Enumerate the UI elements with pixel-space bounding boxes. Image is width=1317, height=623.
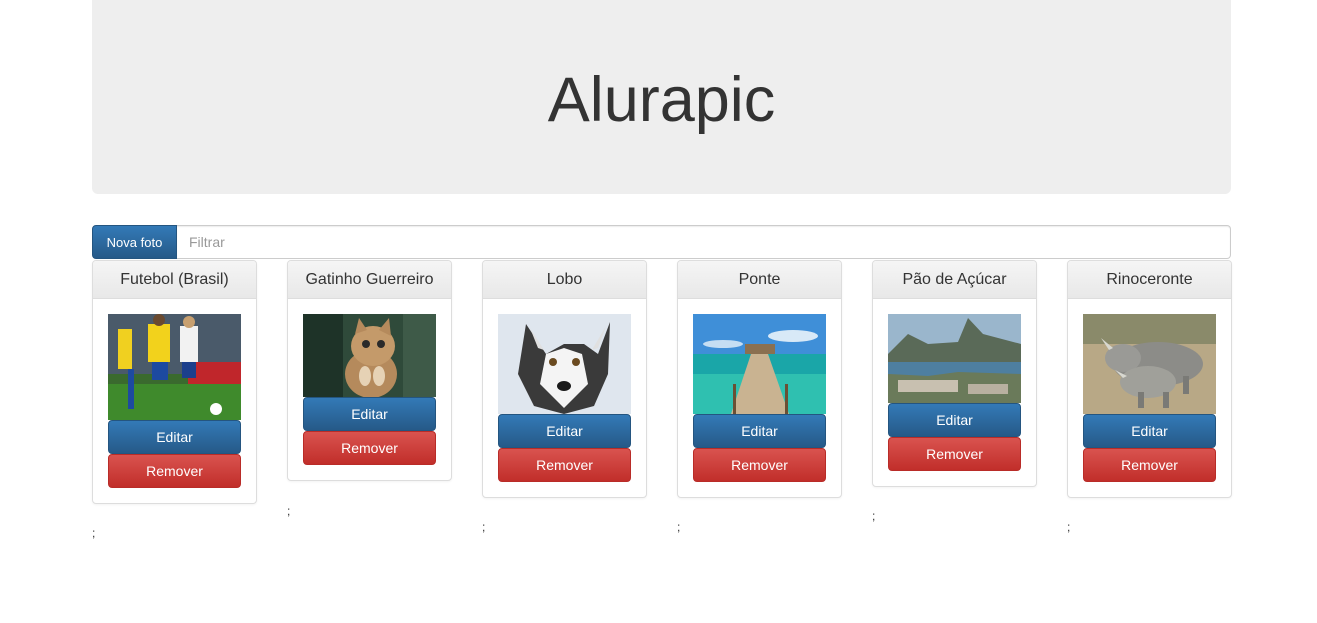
photo-card-futebol: Futebol (Brasil) Editar Remover <box>92 260 257 504</box>
edit-button[interactable]: Editar <box>693 414 826 448</box>
filter-input[interactable] <box>177 225 1231 259</box>
edit-button[interactable]: Editar <box>1083 414 1216 448</box>
remove-button[interactable]: Remover <box>108 454 241 488</box>
photo-card-gatinho: Gatinho Guerreiro Editar Remover <box>287 260 452 481</box>
photo-card-title: Lobo <box>483 261 646 299</box>
pier-beach-photo <box>693 314 826 414</box>
remove-button[interactable]: Remover <box>1083 448 1216 482</box>
remove-button[interactable]: Remover <box>303 431 436 465</box>
separator-text: ; <box>872 509 876 523</box>
photo-card-rinoceronte: Rinoceronte Editar Remover <box>1067 260 1232 498</box>
separator-text: ; <box>287 504 291 518</box>
husky-wolf-photo <box>498 314 631 414</box>
sugarloaf-mountain-photo <box>888 314 1021 403</box>
edit-button[interactable]: Editar <box>888 403 1021 437</box>
separator-text: ; <box>677 520 681 534</box>
photo-card-title: Futebol (Brasil) <box>93 261 256 299</box>
page-title: Alurapic <box>547 64 776 135</box>
kitten-photo <box>303 314 436 397</box>
separator-text: ; <box>1067 520 1071 534</box>
remove-button[interactable]: Remover <box>693 448 826 482</box>
separator-text: ; <box>482 520 486 534</box>
jumbotron-header: Alurapic <box>92 0 1231 194</box>
photo-card-title: Ponte <box>678 261 841 299</box>
rhinoceros-photo <box>1083 314 1216 414</box>
remove-button[interactable]: Remover <box>498 448 631 482</box>
soccer-players-photo <box>108 314 241 420</box>
photo-card-title: Pão de Açúcar <box>873 261 1036 299</box>
edit-button[interactable]: Editar <box>498 414 631 448</box>
photo-card-title: Rinoceronte <box>1068 261 1231 299</box>
new-photo-button[interactable]: Nova foto <box>92 225 177 259</box>
edit-button[interactable]: Editar <box>108 420 241 454</box>
photo-card-lobo: Lobo Editar Remover <box>482 260 647 498</box>
edit-button[interactable]: Editar <box>303 397 436 431</box>
toolbar: Nova foto <box>92 225 1231 259</box>
separator-text: ; <box>92 526 96 540</box>
photo-card-title: Gatinho Guerreiro <box>288 261 451 299</box>
remove-button[interactable]: Remover <box>888 437 1021 471</box>
photo-card-pao-de-acucar: Pão de Açúcar Editar Remover <box>872 260 1037 487</box>
photo-card-ponte: Ponte Editar Remover <box>677 260 842 498</box>
